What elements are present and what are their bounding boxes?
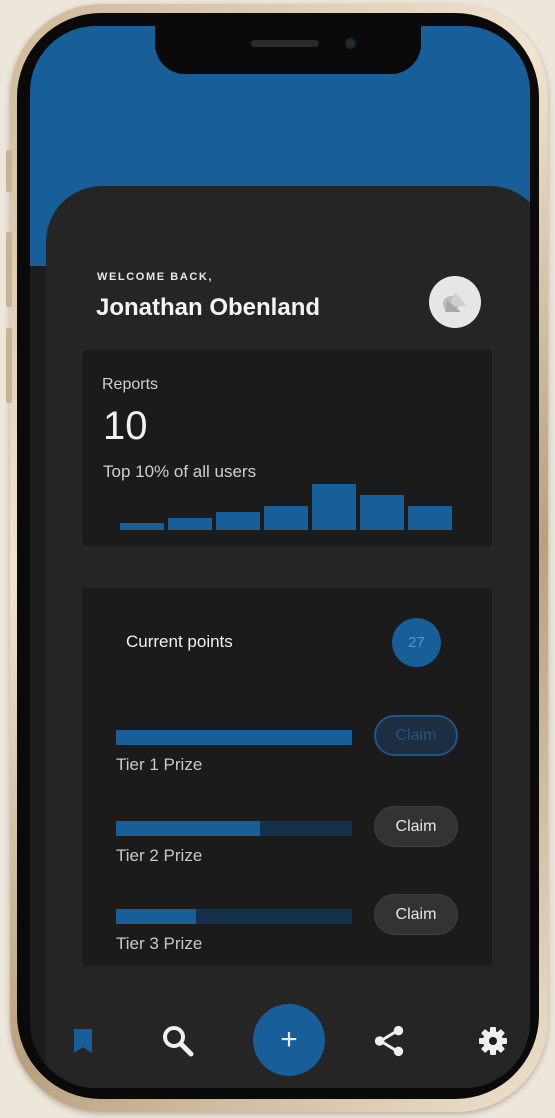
claim-button[interactable]: Claim [374,894,458,935]
avatar-logo-icon [443,292,467,312]
notch [155,26,421,74]
points-badge: 27 [392,618,441,667]
phone-screen: WELCOME BACK, Jonathan Obenland Reports … [30,26,530,1088]
tier-progress-track [116,909,352,924]
tier-row: Tier 3 Prize Claim [116,894,476,969]
claim-button[interactable]: Claim [374,806,458,847]
volume-up-button [6,232,12,307]
user-name: Jonathan Obenland [96,294,321,321]
tier-progress-track [116,821,352,836]
search-icon[interactable] [161,1024,195,1058]
front-camera [345,38,356,49]
claim-button[interactable]: Claim [374,715,458,756]
chart-bar [120,523,164,530]
tier-progress-fill [116,909,197,924]
tier-progress-fill [116,730,352,745]
add-icon: + [280,1023,298,1056]
reports-value: 10 [103,404,148,448]
tier-row: Tier 2 Prize Claim [116,806,476,881]
tier-label: Tier 2 Prize [116,846,203,865]
avatar[interactable] [429,276,481,328]
chart-bar [216,512,260,530]
speaker-grille [251,40,319,47]
volume-down-button [6,328,12,403]
reports-card[interactable]: Reports 10 Top 10% of all users [82,350,492,546]
chart-bar [264,506,308,530]
points-label: Current points [126,632,233,651]
points-card: Current points 27 Tier 1 Prize Claim Tie… [82,588,492,966]
reports-bar-chart [120,480,460,530]
welcome-label: WELCOME BACK, [97,271,214,283]
share-icon[interactable] [372,1024,406,1058]
reports-label: Reports [102,376,159,393]
chart-bar [168,518,212,530]
add-button[interactable]: + [253,1004,325,1076]
bookmark-icon[interactable] [66,1024,100,1058]
tier-progress-track [116,730,352,745]
mute-switch [6,150,12,192]
chart-bar [312,484,356,530]
reports-subtitle: Top 10% of all users [103,462,257,481]
tier-label: Tier 3 Prize [116,934,203,953]
tier-progress-fill [116,821,260,836]
chart-bar [360,495,404,530]
bottom-nav: + [30,1000,530,1090]
chart-bar [408,506,452,530]
tier-label: Tier 1 Prize [116,755,203,774]
tier-row: Tier 1 Prize Claim [116,715,476,790]
gear-icon[interactable] [476,1024,510,1058]
